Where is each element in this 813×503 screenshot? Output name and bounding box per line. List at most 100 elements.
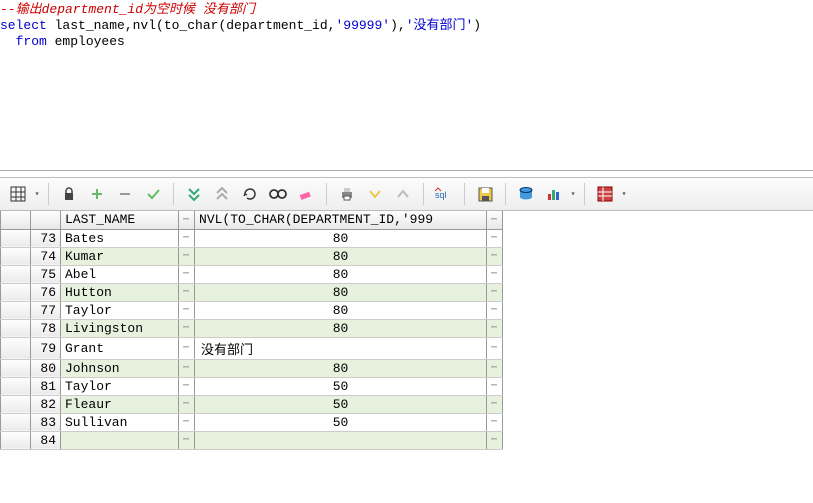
cell-expander[interactable]: ⋯	[179, 377, 195, 395]
clear-filter-button[interactable]	[292, 181, 320, 207]
cell-expander[interactable]: ⋯	[179, 337, 195, 359]
table-row[interactable]: 83Sullivan⋯50⋯	[1, 413, 503, 431]
cell-last-name[interactable]: Abel	[61, 265, 179, 283]
cell-last-name[interactable]: Taylor	[61, 301, 179, 319]
cell-expander[interactable]: ⋯	[179, 413, 195, 431]
row-selector[interactable]	[1, 301, 31, 319]
cell-expander[interactable]: ⋯	[487, 413, 503, 431]
cell-last-name[interactable]	[61, 431, 179, 449]
cell-expander[interactable]: ⋯	[487, 377, 503, 395]
row-selector[interactable]	[1, 337, 31, 359]
table-row[interactable]: 82Fleaur⋯50⋯	[1, 395, 503, 413]
cell-last-name[interactable]: Taylor	[61, 377, 179, 395]
table-row[interactable]: 76Hutton⋯80⋯	[1, 283, 503, 301]
row-selector[interactable]	[1, 359, 31, 377]
column-resizer[interactable]: ⋯	[179, 211, 195, 229]
cell-last-name[interactable]: Livingston	[61, 319, 179, 337]
table-row[interactable]: 74Kumar⋯80⋯	[1, 247, 503, 265]
column-header-last-name[interactable]: LAST_NAME	[61, 211, 179, 229]
add-row-button[interactable]	[83, 181, 111, 207]
table-row[interactable]: 84⋯⋯	[1, 431, 503, 449]
expand-button[interactable]	[389, 181, 417, 207]
cell-expander[interactable]: ⋯	[487, 301, 503, 319]
row-selector[interactable]	[1, 283, 31, 301]
cell-last-name[interactable]: Grant	[61, 337, 179, 359]
table-row[interactable]: 75Abel⋯80⋯	[1, 265, 503, 283]
cell-dept[interactable]: 50	[195, 413, 487, 431]
row-selector[interactable]	[1, 413, 31, 431]
cell-expander[interactable]: ⋯	[487, 359, 503, 377]
find-button[interactable]	[264, 181, 292, 207]
cell-dept[interactable]: 80	[195, 283, 487, 301]
cell-dept[interactable]: 50	[195, 395, 487, 413]
cell-expander[interactable]: ⋯	[179, 247, 195, 265]
commit-button[interactable]	[139, 181, 167, 207]
cell-dept[interactable]: 80	[195, 247, 487, 265]
cell-expander[interactable]: ⋯	[487, 319, 503, 337]
table-row[interactable]: 79Grant⋯没有部门⋯	[1, 337, 503, 359]
cell-expander[interactable]: ⋯	[179, 301, 195, 319]
fetch-next-button[interactable]	[180, 181, 208, 207]
table-row[interactable]: 78Livingston⋯80⋯	[1, 319, 503, 337]
dropdown-icon[interactable]: ▾	[568, 189, 578, 199]
cell-expander[interactable]: ⋯	[487, 265, 503, 283]
cell-last-name[interactable]: Kumar	[61, 247, 179, 265]
cell-expander[interactable]: ⋯	[487, 229, 503, 247]
table-layout-button[interactable]	[591, 181, 619, 207]
column-header-nvl[interactable]: NVL(TO_CHAR(DEPARTMENT_ID,'999	[195, 211, 487, 229]
row-selector[interactable]	[1, 395, 31, 413]
cell-expander[interactable]: ⋯	[487, 247, 503, 265]
save-button[interactable]	[471, 181, 499, 207]
table-row[interactable]: 77Taylor⋯80⋯	[1, 301, 503, 319]
cell-last-name[interactable]: Sullivan	[61, 413, 179, 431]
splitter[interactable]	[0, 170, 813, 178]
cell-last-name[interactable]: Fleaur	[61, 395, 179, 413]
cell-expander[interactable]: ⋯	[179, 229, 195, 247]
delete-row-button[interactable]	[111, 181, 139, 207]
cell-expander[interactable]: ⋯	[179, 395, 195, 413]
cell-last-name[interactable]: Johnson	[61, 359, 179, 377]
refresh-button[interactable]	[236, 181, 264, 207]
collapse-button[interactable]	[361, 181, 389, 207]
cell-dept[interactable]: 80	[195, 265, 487, 283]
cell-dept[interactable]: 80	[195, 301, 487, 319]
database-button[interactable]	[512, 181, 540, 207]
cell-expander[interactable]: ⋯	[179, 319, 195, 337]
cell-dept[interactable]	[195, 431, 487, 449]
column-resizer[interactable]: ⋯	[487, 211, 503, 229]
dropdown-icon[interactable]: ▾	[32, 189, 42, 199]
rownum-header[interactable]	[31, 211, 61, 229]
table-row[interactable]: 81Taylor⋯50⋯	[1, 377, 503, 395]
row-selector[interactable]	[1, 265, 31, 283]
fetch-all-button[interactable]	[208, 181, 236, 207]
results-grid[interactable]: LAST_NAME ⋯ NVL(TO_CHAR(DEPARTMENT_ID,'9…	[0, 211, 503, 450]
sql-view-button[interactable]: sql	[430, 181, 458, 207]
cell-expander[interactable]: ⋯	[179, 359, 195, 377]
table-row[interactable]: 73Bates⋯80⋯	[1, 229, 503, 247]
cell-dept[interactable]: 80	[195, 319, 487, 337]
row-selector[interactable]	[1, 247, 31, 265]
row-selector[interactable]	[1, 431, 31, 449]
row-selector[interactable]	[1, 229, 31, 247]
cell-dept[interactable]: 没有部门	[195, 337, 487, 359]
row-selector[interactable]	[1, 319, 31, 337]
cell-last-name[interactable]: Bates	[61, 229, 179, 247]
print-button[interactable]	[333, 181, 361, 207]
grid-view-button[interactable]	[4, 181, 32, 207]
grid-corner[interactable]	[1, 211, 31, 229]
lock-button[interactable]	[55, 181, 83, 207]
chart-button[interactable]	[540, 181, 568, 207]
cell-dept[interactable]: 80	[195, 229, 487, 247]
cell-expander[interactable]: ⋯	[179, 283, 195, 301]
cell-expander[interactable]: ⋯	[179, 431, 195, 449]
cell-expander[interactable]: ⋯	[487, 283, 503, 301]
row-selector[interactable]	[1, 377, 31, 395]
cell-dept[interactable]: 50	[195, 377, 487, 395]
cell-last-name[interactable]: Hutton	[61, 283, 179, 301]
cell-expander[interactable]: ⋯	[179, 265, 195, 283]
cell-expander[interactable]: ⋯	[487, 337, 503, 359]
cell-expander[interactable]: ⋯	[487, 395, 503, 413]
cell-expander[interactable]: ⋯	[487, 431, 503, 449]
dropdown-icon[interactable]: ▾	[619, 189, 629, 199]
sql-editor[interactable]: --输出department_id为空时候 没有部门 select last_n…	[0, 0, 813, 50]
